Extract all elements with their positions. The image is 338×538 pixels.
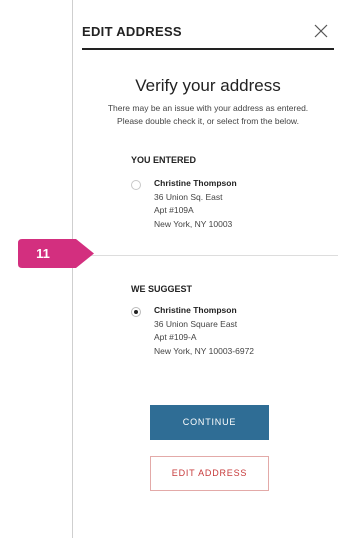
modal-title: EDIT ADDRESS xyxy=(82,24,182,39)
entered-address[interactable]: Christine Thompson 36 Union Sq. East Apt… xyxy=(154,177,237,231)
entered-name: Christine Thompson xyxy=(154,178,237,188)
section-divider xyxy=(78,255,338,256)
page-title: Verify your address xyxy=(135,76,281,95)
suggested-line-1: 36 Union Square East xyxy=(154,318,238,329)
page-subtitle: There may be an issue with your address … xyxy=(78,102,338,127)
you-entered-label: YOU ENTERED xyxy=(131,155,197,165)
suggested-line-3: New York, NY 10003-6972 xyxy=(154,345,255,356)
we-suggest-label: WE SUGGEST xyxy=(131,284,193,294)
step-badge: 11 xyxy=(18,239,94,268)
close-icon[interactable] xyxy=(312,22,330,40)
entered-line-1: 36 Union Sq. East xyxy=(154,191,223,202)
continue-button[interactable]: CONTINUE xyxy=(150,405,269,440)
subtitle-line-1: There may be an issue with your address … xyxy=(107,103,309,113)
modal-header: EDIT ADDRESS xyxy=(82,20,334,50)
suggested-name: Christine Thompson xyxy=(154,305,237,315)
badge-number: 11 xyxy=(36,246,50,261)
entered-line-2: Apt #109A xyxy=(154,205,194,215)
edit-address-button[interactable]: EDIT ADDRESS xyxy=(150,456,269,491)
entered-line-3: New York, NY 10003 xyxy=(154,218,233,229)
suggested-address-radio[interactable] xyxy=(131,307,141,317)
entered-address-radio[interactable] xyxy=(131,180,141,190)
suggested-address[interactable]: Christine Thompson 36 Union Square East … xyxy=(154,304,254,358)
suggested-line-2: Apt #109-A xyxy=(154,332,197,342)
subtitle-line-2: Please double check it, or select from t… xyxy=(117,115,299,126)
